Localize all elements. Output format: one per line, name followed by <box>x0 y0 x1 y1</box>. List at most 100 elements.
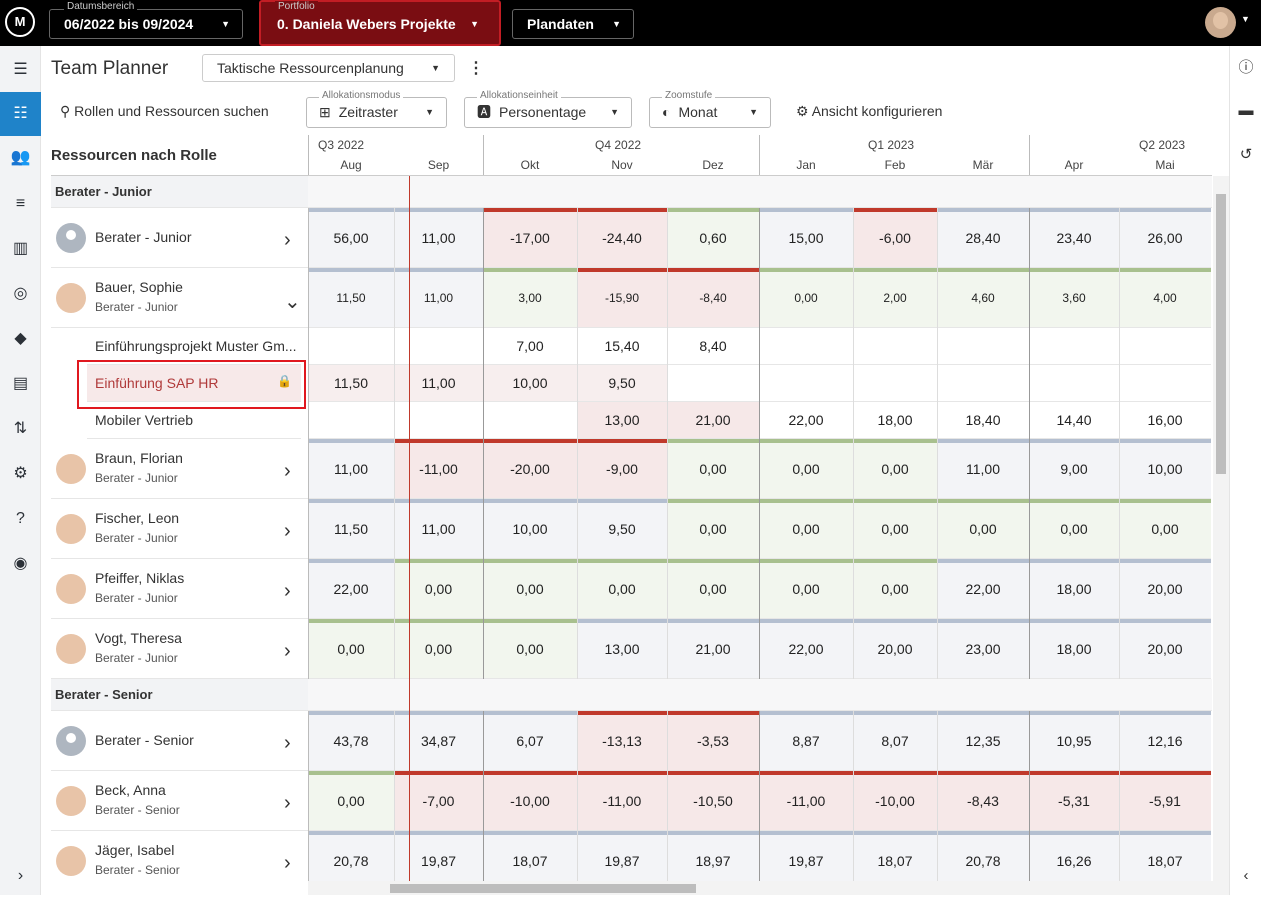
allocation-cell[interactable]: 20,78 <box>937 831 1029 881</box>
allocation-cell[interactable]: 19,87 <box>759 831 853 881</box>
allocation-cell[interactable]: 0,00 <box>667 499 759 559</box>
allocation-cell[interactable]: 18,07 <box>483 831 577 881</box>
allocation-cell[interactable]: 0,00 <box>394 619 483 679</box>
date-range-select[interactable]: Datumsbereich 06/2022 bis 09/2024 ▼ <box>49 1 243 39</box>
project-name[interactable]: Einführungsprojekt Muster Gm... <box>95 338 297 354</box>
allocation-cell[interactable]: 13,00 <box>577 402 667 439</box>
allocation-cell[interactable]: 10,95 <box>1029 711 1119 771</box>
resource-row[interactable]: Pfeiffer, Niklas Berater - Junior › 22,00 0,… <box>51 559 1212 619</box>
resource-row[interactable]: Berater - Senior › 43,78 34,87 6,07 -13,13 -3,… <box>51 711 1212 771</box>
allocation-cell[interactable] <box>759 328 853 365</box>
resource-row[interactable]: Fischer, Leon Berater - Junior › 11,50 11,00… <box>51 499 1212 559</box>
allocation-cell[interactable]: 21,00 <box>667 619 759 679</box>
allocation-cell[interactable]: -24,40 <box>577 208 667 268</box>
allocation-cell[interactable]: 23,40 <box>1029 208 1119 268</box>
allocation-cell[interactable]: -15,90 <box>577 268 667 328</box>
more-options-icon[interactable]: ⋮ <box>468 58 484 78</box>
allocation-cell[interactable]: 34,87 <box>394 711 483 771</box>
allocation-cell[interactable]: 11,50 <box>308 499 394 559</box>
allocation-cell[interactable]: 11,50 <box>308 365 394 402</box>
allocation-cell[interactable]: 22,00 <box>759 402 853 439</box>
resource-row[interactable]: Bauer, Sophie Berater - Junior ⌄ 11,50 11,00… <box>51 268 1212 328</box>
chevron-right-icon[interactable]: › <box>284 792 291 815</box>
allocation-cell[interactable] <box>483 402 577 439</box>
chevron-right-icon[interactable]: › <box>284 520 291 543</box>
vertical-scrollbar[interactable] <box>1213 176 1229 881</box>
collapse-icon[interactable]: ‹ <box>1230 863 1261 889</box>
allocation-cell[interactable]: 0,00 <box>937 499 1029 559</box>
allocation-cell[interactable]: 4,00 <box>1119 268 1211 328</box>
scroll-thumb[interactable] <box>1216 194 1226 474</box>
allocation-cell[interactable]: 15,00 <box>759 208 853 268</box>
allocation-cell[interactable] <box>1029 328 1119 365</box>
resource-row[interactable]: Berater - Junior › 56,00 11,00 -17,00 -24,40 0… <box>51 208 1212 268</box>
allocation-cell[interactable] <box>1119 328 1211 365</box>
allocation-cell[interactable]: 0,00 <box>1029 499 1119 559</box>
team-planner-icon[interactable]: ☷ <box>0 92 41 136</box>
allocation-cell[interactable]: 22,00 <box>937 559 1029 619</box>
allocation-cell[interactable]: 6,07 <box>483 711 577 771</box>
allocation-cell[interactable]: 19,87 <box>394 831 483 881</box>
chevron-right-icon[interactable]: › <box>284 732 291 755</box>
horizontal-scrollbar[interactable] <box>308 881 1229 895</box>
people-icon[interactable]: 👥 <box>0 136 41 180</box>
allocation-cell[interactable]: 20,00 <box>853 619 937 679</box>
allocation-cell[interactable]: 0,00 <box>1119 499 1211 559</box>
allocation-cell[interactable]: 0,00 <box>759 439 853 499</box>
allocation-cell[interactable]: -11,00 <box>394 439 483 499</box>
comments-icon[interactable]: ▬ <box>1230 98 1261 124</box>
allocation-cell[interactable]: 8,40 <box>667 328 759 365</box>
resource-row[interactable]: Braun, Florian Berater - Junior › 11,00 -11,… <box>51 439 1212 499</box>
allocation-cell[interactable] <box>853 365 937 402</box>
allocation-cell[interactable]: 0,00 <box>483 559 577 619</box>
allocation-mode-select[interactable]: Allokationsmodus ⊞ Zeitraster ▼ <box>306 90 447 128</box>
resource-row[interactable]: Beck, Anna Berater - Senior › 0,00 -7,00 -10,… <box>51 771 1212 831</box>
columns-icon[interactable]: ▥ <box>0 227 41 271</box>
allocation-cell[interactable]: 9,50 <box>577 499 667 559</box>
allocation-cell[interactable]: 8,07 <box>853 711 937 771</box>
allocation-cell[interactable]: 18,07 <box>853 831 937 881</box>
allocation-cell[interactable]: -6,00 <box>853 208 937 268</box>
allocation-unit-select[interactable]: Allokationseinheit 🅰 Personentage ▼ <box>464 90 632 128</box>
app-logo[interactable]: M <box>5 7 35 37</box>
project-name[interactable]: Mobiler Vertrieb <box>95 412 193 428</box>
allocation-cell[interactable] <box>394 328 483 365</box>
allocation-cell[interactable]: -5,31 <box>1029 771 1119 831</box>
allocation-cell[interactable]: 12,16 <box>1119 711 1211 771</box>
info-icon[interactable]: ⓘ <box>1230 55 1261 81</box>
allocation-cell[interactable]: 16,26 <box>1029 831 1119 881</box>
allocation-cell[interactable]: 23,00 <box>937 619 1029 679</box>
allocation-cell[interactable]: 18,07 <box>1119 831 1211 881</box>
allocation-cell[interactable]: 0,60 <box>667 208 759 268</box>
allocation-cell[interactable]: 9,50 <box>577 365 667 402</box>
chevron-right-icon[interactable]: › <box>284 229 291 252</box>
allocation-cell[interactable]: 11,00 <box>308 439 394 499</box>
allocation-cell[interactable]: 0,00 <box>853 559 937 619</box>
document-icon[interactable]: ▤ <box>0 362 41 406</box>
allocation-cell[interactable]: 18,00 <box>853 402 937 439</box>
allocation-cell[interactable]: 0,00 <box>394 559 483 619</box>
allocation-cell[interactable]: 11,00 <box>394 499 483 559</box>
allocation-cell[interactable]: -3,53 <box>667 711 759 771</box>
allocation-cell[interactable]: -8,43 <box>937 771 1029 831</box>
allocation-cell[interactable]: -11,00 <box>759 771 853 831</box>
allocation-cell[interactable]: 18,40 <box>937 402 1029 439</box>
chevron-right-icon[interactable]: › <box>284 852 291 875</box>
allocation-cell[interactable]: -5,91 <box>1119 771 1211 831</box>
allocation-cell[interactable]: 20,78 <box>308 831 394 881</box>
resource-row[interactable]: Jäger, Isabel Berater - Senior › 20,78 19,87… <box>51 831 1212 881</box>
allocation-cell[interactable]: 0,00 <box>483 619 577 679</box>
allocation-cell[interactable]: 10,00 <box>483 499 577 559</box>
allocation-cell[interactable]: 20,00 <box>1119 619 1211 679</box>
allocation-cell[interactable]: 43,78 <box>308 711 394 771</box>
allocation-cell[interactable]: 0,00 <box>853 499 937 559</box>
allocation-cell[interactable]: 0,00 <box>667 559 759 619</box>
allocation-cell[interactable]: 19,87 <box>577 831 667 881</box>
allocation-cell[interactable] <box>394 402 483 439</box>
allocation-cell[interactable] <box>937 328 1029 365</box>
allocation-cell[interactable]: 18,00 <box>1029 559 1119 619</box>
allocation-cell[interactable]: 11,00 <box>394 268 483 328</box>
resource-row[interactable]: Vogt, Theresa Berater - Junior › 0,00 0,00 0,… <box>51 619 1212 679</box>
allocation-cell[interactable]: 0,00 <box>667 439 759 499</box>
allocation-cell[interactable]: 0,00 <box>308 771 394 831</box>
